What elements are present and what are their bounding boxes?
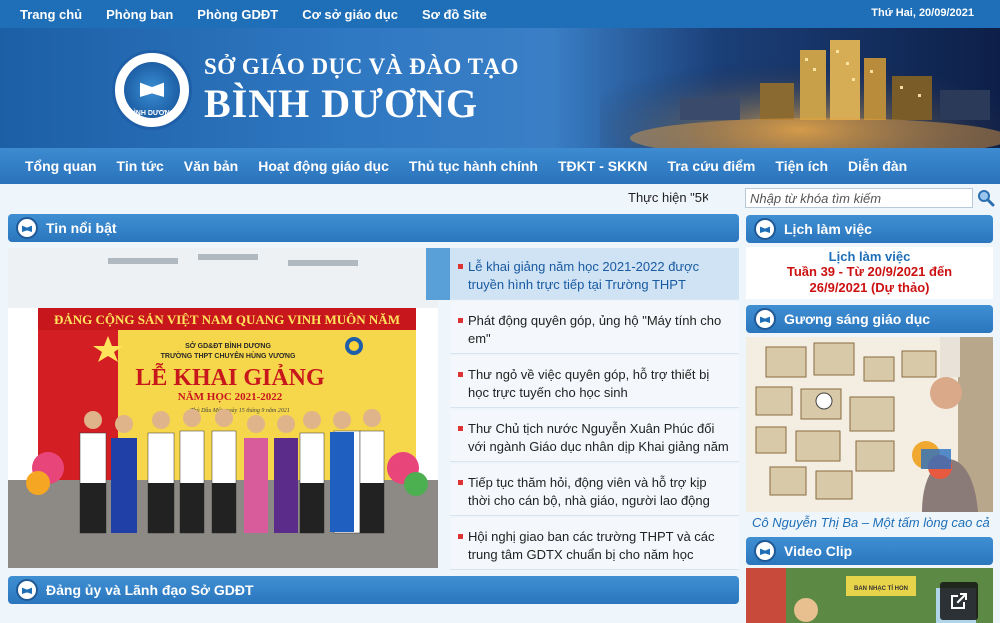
top-bar: Trang chủ Phòng ban Phòng GDĐT Cơ sở giá… [0,0,1000,28]
section-logo-icon [754,218,776,240]
photo-org-line1: SỞ GD&ĐT BÌNH DƯƠNG [185,341,271,350]
section-logo-icon [16,579,38,601]
news-item[interactable]: Hội nghị giao ban các trường THPT và các… [450,518,739,570]
current-date: Thứ Hai, 20/09/2021 [871,7,974,19]
bullet-icon [458,264,463,269]
news-item-title[interactable]: Lễ khai giảng năm học 2021-2022 được tru… [468,258,729,294]
news-item[interactable]: Phát động quyên góp, ủng hộ "Máy tính ch… [450,302,739,354]
leadership-title: Đảng ủy và Lãnh đạo Sở GDĐT [46,582,254,598]
featured-photo[interactable]: ĐẢNG CỘNG SẢN VIỆT NAM QUANG VINH MUÔN N… [8,248,438,568]
schedule-week-line2[interactable]: 26/9/2021 (Dự thảo) [746,280,993,296]
role-model-caption[interactable]: Cô Nguyễn Thị Ba – Một tấm lòng cao cả [752,515,992,530]
nav-education-activities[interactable]: Hoạt động giáo dục [258,158,389,174]
section-logo-icon [754,540,776,562]
photo-org-line2: TRƯỜNG THPT CHUYÊN HÙNG VƯƠNG [161,351,296,360]
top-link-sitemap[interactable]: Sơ đồ Site [422,7,487,22]
schedule-header[interactable]: Lịch làm việc [746,215,993,243]
photo-banner-slogan: ĐẢNG CỘNG SẢN VIỆT NAM QUANG VINH MUÔN N… [54,312,400,327]
news-item[interactable]: Thư Chủ tịch nước Nguyễn Xuân Phúc đối v… [450,410,739,462]
top-link-institutions[interactable]: Cơ sở giáo dục [302,7,398,22]
bullet-icon [458,372,463,377]
active-news-indicator [426,248,450,300]
search-input[interactable] [745,188,973,208]
top-link-home[interactable]: Trang chủ [20,7,82,22]
top-links: Trang chủ Phòng ban Phòng GDĐT Cơ sở giá… [8,0,499,28]
schedule-title: Lịch làm việc [784,221,872,237]
news-item[interactable]: Tiếp tục thăm hỏi, động viên và hỗ trợ k… [450,464,739,516]
schedule-link[interactable]: Lịch làm việc [746,249,993,264]
nav-overview[interactable]: Tổng quan [25,158,97,174]
nav-documents[interactable]: Văn bản [184,158,238,174]
news-item-title[interactable]: Thư ngỏ về việc quyên góp, hỗ trợ thiết … [468,366,729,402]
bullet-icon [458,318,463,323]
video-title: Video Clip [784,543,853,559]
nav-awards-initiatives[interactable]: TĐKT - SKKN [558,158,647,174]
site-banner[interactable]: BÌNH DƯƠNG SỞ GIÁO DỤC VÀ ĐÀO TẠO BÌNH D… [0,28,1000,148]
top-link-district-offices[interactable]: Phòng GDĐT [197,7,278,22]
role-model-header[interactable]: Gương sáng giáo dục [746,305,993,333]
announcement-ticker[interactable]: Thực hiện "5K [628,190,708,205]
main-navigation: Tổng quan Tin tức Văn bản Hoạt động giáo… [0,148,1000,184]
video-header[interactable]: Video Clip [746,537,993,565]
section-logo-icon [16,217,38,239]
search-icon[interactable] [977,189,995,207]
top-link-departments[interactable]: Phòng ban [106,7,173,22]
nav-utilities[interactable]: Tiện ích [775,158,828,174]
nav-administrative-procedures[interactable]: Thủ tục hành chính [409,158,538,174]
photo-school-year: NĂM HỌC 2021-2022 [178,391,283,403]
logo-text: BÌNH DƯƠNG [128,110,176,117]
photo-event-title: LỄ KHAI GIẢNG [135,363,325,391]
schedule-week-line1[interactable]: Tuần 39 - Từ 20/9/2021 đến [746,264,993,280]
open-external-icon[interactable] [940,582,978,620]
news-item-title[interactable]: Hội nghị giao ban các trường THPT và các… [468,528,729,564]
featured-news-title: Tin nổi bật [46,220,117,236]
bullet-icon [458,426,463,431]
news-item-title[interactable]: Phát động quyên góp, ủng hộ "Máy tính ch… [468,312,729,348]
role-model-title: Gương sáng giáo dục [784,311,931,327]
section-logo-icon [754,308,776,330]
news-item[interactable]: Lễ khai giảng năm học 2021-2022 được tru… [450,248,739,300]
video-sign-text: BAN NHẠC TÍ HON [854,584,908,592]
banner-title-line2: BÌNH DƯƠNG [204,81,479,126]
banner-title-line1: SỞ GIÁO DỤC VÀ ĐÀO TẠO [204,54,519,79]
leadership-header[interactable]: Đảng ủy và Lãnh đạo Sở GDĐT [8,576,739,604]
role-model-photo[interactable] [746,337,993,512]
photo-date-line: Thủ Dầu Một, ngày 15 tháng 9 năm 2021 [190,407,290,414]
schedule-box: Lịch làm việc Tuần 39 - Từ 20/9/2021 đến… [746,247,993,299]
nav-forum[interactable]: Diễn đàn [848,158,907,174]
bullet-icon [458,534,463,539]
featured-news-list: Lễ khai giảng năm học 2021-2022 được tru… [450,248,739,570]
nav-news[interactable]: Tin tức [117,158,164,174]
city-night-skyline [600,28,1000,148]
news-item[interactable]: Thư ngỏ về việc quyên góp, hỗ trợ thiết … [450,356,739,408]
nav-score-lookup[interactable]: Tra cứu điểm [667,158,755,174]
news-item-title[interactable]: Thư Chủ tịch nước Nguyễn Xuân Phúc đối v… [468,420,729,456]
featured-news-header: Tin nổi bật [8,214,739,242]
bullet-icon [458,480,463,485]
department-logo[interactable]: BÌNH DƯƠNG [112,50,192,130]
news-item-title[interactable]: Tiếp tục thăm hỏi, động viên và hỗ trợ k… [468,474,729,510]
